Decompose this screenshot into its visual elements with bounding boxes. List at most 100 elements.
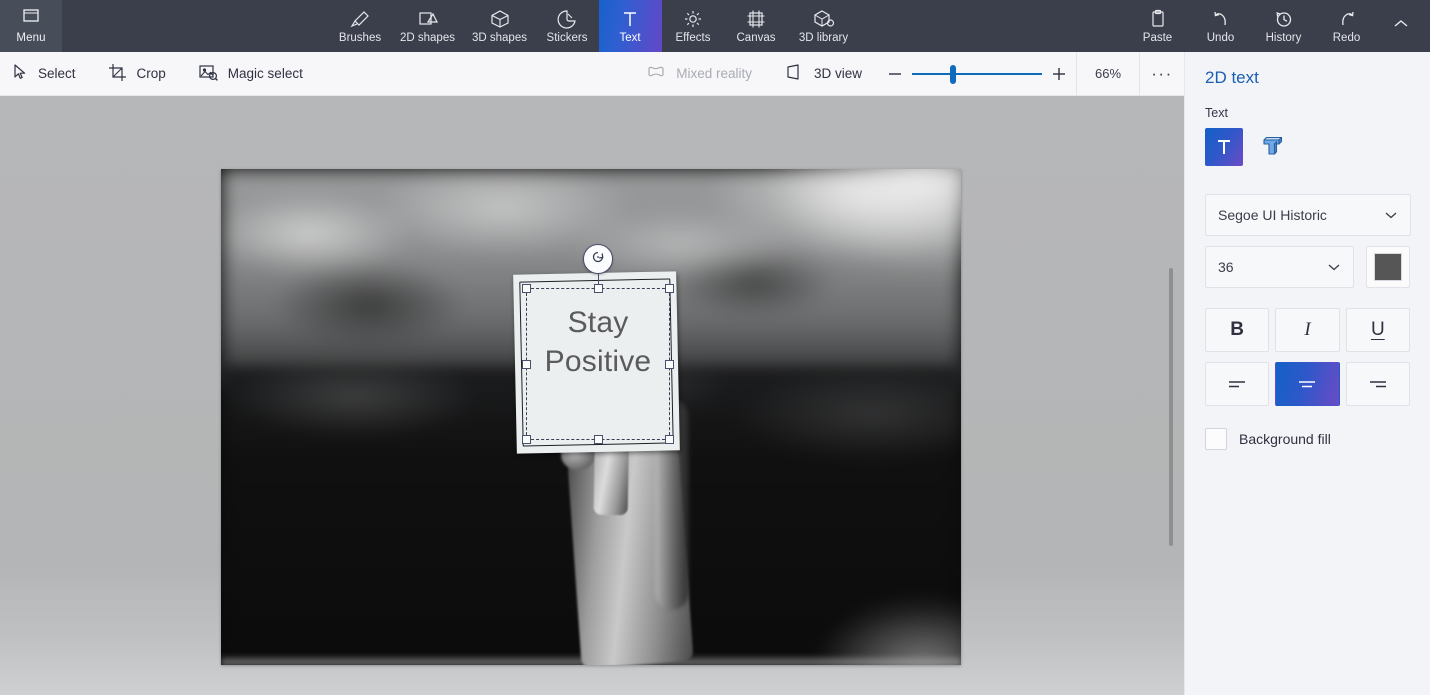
redo-arrow-icon	[1337, 9, 1357, 29]
resize-handle-nw[interactable]	[522, 284, 531, 293]
resize-handle-w[interactable]	[522, 360, 531, 369]
magic-select-label: Magic select	[228, 66, 303, 81]
panel-title: 2D text	[1205, 68, 1410, 88]
3d-text-button[interactable]	[1253, 128, 1291, 166]
sun-icon	[682, 9, 704, 29]
font-size-value: 36	[1218, 259, 1234, 275]
tool-label: Paste	[1143, 32, 1172, 44]
color-chip	[1374, 253, 1402, 281]
text-kind-group	[1205, 128, 1410, 166]
undo-arrow-icon	[1211, 9, 1231, 29]
undo-button[interactable]: Undo	[1189, 0, 1252, 52]
mixed-reality-label: Mixed reality	[676, 66, 752, 81]
rotate-icon	[589, 248, 607, 271]
resize-handle-e[interactable]	[665, 360, 674, 369]
canvas-area[interactable]: Stay Positive	[0, 96, 1184, 695]
image-highlight-top-right	[761, 169, 961, 279]
magic-select-icon	[198, 63, 218, 85]
mixed-reality-button[interactable]: Mixed reality	[630, 52, 768, 96]
font-size-select[interactable]: 36	[1205, 246, 1354, 288]
clock-history-icon	[1274, 9, 1294, 29]
menu-button[interactable]: Menu	[0, 0, 62, 52]
crop-icon	[108, 63, 127, 85]
crop-button[interactable]: Crop	[92, 52, 182, 96]
alignment-row	[1205, 362, 1410, 406]
history-button[interactable]: History	[1252, 0, 1315, 52]
paste-button[interactable]: Paste	[1126, 0, 1189, 52]
tool-canvas[interactable]: Canvas	[725, 0, 788, 52]
window-icon	[21, 8, 41, 29]
resize-handle-se[interactable]	[665, 435, 674, 444]
2d-text-button[interactable]	[1205, 128, 1243, 166]
tool-label: History	[1266, 32, 1302, 44]
text-t-icon	[619, 9, 641, 29]
background-fill-checkbox[interactable]	[1205, 428, 1227, 450]
brush-icon	[349, 9, 371, 29]
text-selection-box[interactable]: Stay Positive	[526, 288, 670, 440]
redo-button[interactable]: Redo	[1315, 0, 1378, 52]
bold-button[interactable]: B	[1205, 308, 1269, 352]
resize-handle-sw[interactable]	[522, 435, 531, 444]
align-center-icon	[1295, 377, 1319, 391]
tool-effects[interactable]: Effects	[662, 0, 725, 52]
align-right-button[interactable]	[1346, 362, 1410, 406]
chevron-up-icon	[1391, 17, 1411, 36]
align-left-icon	[1225, 377, 1249, 391]
text-color-button[interactable]	[1366, 246, 1410, 288]
cube-icon	[489, 9, 511, 29]
ribbon-right-tools: Paste Undo History Redo	[1126, 0, 1430, 52]
text-t-icon	[1213, 136, 1235, 158]
scrollbar-thumb[interactable]	[1169, 268, 1173, 546]
background-fill-label: Background fill	[1239, 431, 1331, 447]
canvas-frame-icon	[745, 9, 767, 29]
clipboard-icon	[1148, 9, 1168, 29]
more-options-button[interactable]: ···	[1140, 52, 1184, 96]
ribbon-tools: Brushes 2D shapes 3D shapes Stickers	[62, 0, 1126, 52]
font-family-select[interactable]: Segoe UI Historic	[1205, 194, 1411, 236]
view-3d-icon	[784, 63, 804, 84]
tool-label: Undo	[1207, 32, 1235, 44]
shapes-2d-icon	[417, 9, 439, 29]
background-fill-row[interactable]: Background fill	[1205, 428, 1410, 450]
text-line-1: Stay	[527, 303, 669, 342]
select-label: Select	[38, 66, 76, 81]
cursor-arrow-icon	[12, 63, 28, 84]
text-line-2: Positive	[527, 342, 669, 381]
italic-button[interactable]: I	[1275, 308, 1339, 352]
library-cube-icon	[813, 9, 835, 29]
vertical-scrollbar[interactable]	[1166, 96, 1176, 695]
select-button[interactable]: Select	[0, 52, 92, 96]
text-section-label: Text	[1205, 106, 1410, 120]
tool-label: 3D library	[799, 32, 848, 44]
magic-select-button[interactable]: Magic select	[182, 52, 319, 96]
mixed-reality-icon	[646, 63, 666, 84]
3d-view-button[interactable]: 3D view	[768, 52, 878, 96]
rotate-handle[interactable]	[583, 244, 613, 274]
tool-3d-shapes[interactable]: 3D shapes	[464, 0, 536, 52]
align-center-button[interactable]	[1275, 362, 1339, 406]
tool-label: Text	[619, 32, 640, 44]
tool-3d-library[interactable]: 3D library	[788, 0, 860, 52]
align-left-button[interactable]	[1205, 362, 1269, 406]
canvas-image[interactable]: Stay Positive	[221, 169, 961, 665]
chevron-down-icon	[1327, 259, 1341, 275]
text-properties-panel: 2D text Text Segoe UI Historic	[1184, 52, 1430, 695]
resize-handle-n[interactable]	[594, 284, 603, 293]
tool-text[interactable]: Text	[599, 0, 662, 52]
tool-label: Redo	[1333, 32, 1361, 44]
zoom-slider[interactable]	[912, 52, 1042, 96]
resize-handle-ne[interactable]	[665, 284, 674, 293]
resize-handle-s[interactable]	[594, 435, 603, 444]
font-family-value: Segoe UI Historic	[1218, 207, 1327, 223]
top-ribbon: Menu Brushes 2D shapes 3D shapes	[0, 0, 1430, 52]
underline-button[interactable]: U	[1346, 308, 1410, 352]
zoom-track	[912, 73, 1042, 75]
zoom-in-button[interactable]	[1042, 52, 1076, 96]
tool-2d-shapes[interactable]: 2D shapes	[392, 0, 464, 52]
collapse-ribbon-button[interactable]	[1378, 0, 1424, 52]
zoom-thumb[interactable]	[950, 65, 956, 84]
tool-stickers[interactable]: Stickers	[536, 0, 599, 52]
zoom-out-button[interactable]	[878, 52, 912, 96]
tool-brushes[interactable]: Brushes	[329, 0, 392, 52]
paint3d-window: Menu Brushes 2D shapes 3D shapes	[0, 0, 1430, 695]
